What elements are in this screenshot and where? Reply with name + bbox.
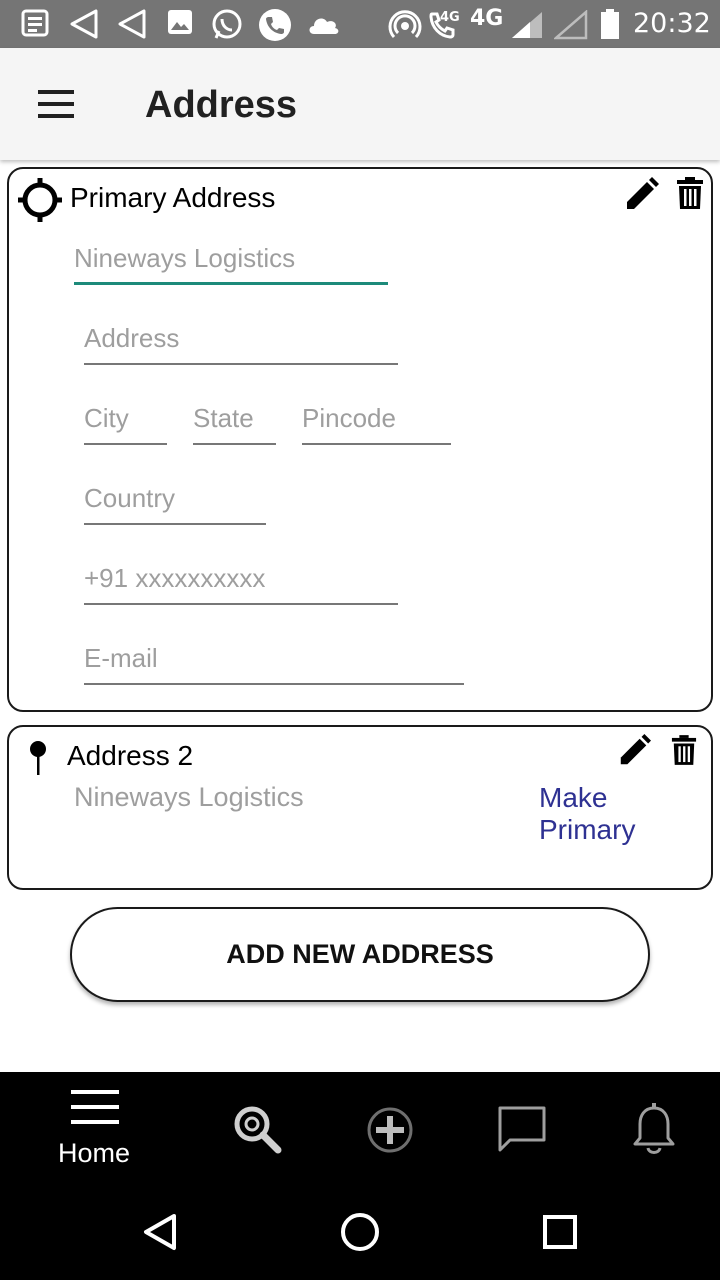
company-name-input[interactable]	[74, 243, 388, 274]
home-menu-icon	[71, 1090, 119, 1124]
nav-home-label: Home	[58, 1138, 131, 1168]
signal-notification-icon	[70, 9, 98, 39]
network-type-small: 4G	[440, 10, 460, 25]
state-field[interactable]	[193, 399, 276, 445]
app-bar: Address	[0, 48, 720, 160]
address-2-company-name: Nineways Logistics	[74, 782, 304, 812]
make-primary-link[interactable]: Make Primary	[539, 782, 711, 846]
country-input[interactable]	[84, 483, 266, 514]
image-notification-icon	[168, 10, 192, 34]
no-signal-icon	[554, 10, 588, 40]
address-field[interactable]	[84, 319, 398, 365]
network-type-label: 4G	[470, 6, 504, 31]
edit-icon[interactable]	[617, 734, 651, 768]
status-bar: 4G 4G 20:32	[0, 0, 720, 48]
address-input[interactable]	[84, 323, 398, 354]
pin-icon	[30, 741, 46, 775]
city-input[interactable]	[84, 403, 167, 434]
email-input[interactable]	[84, 643, 464, 674]
news-notification-icon	[21, 9, 49, 37]
phone-input[interactable]	[84, 563, 398, 594]
address-2-title: Address 2	[67, 740, 194, 771]
address-2-card[interactable]: Address 2 Nineways Logistics Make Primar…	[7, 725, 713, 890]
company-name-field[interactable]	[74, 239, 388, 285]
system-navigation-bar	[0, 1180, 720, 1280]
clock: 20:32	[633, 8, 711, 39]
phone-notification-icon	[259, 9, 291, 41]
nav-home[interactable]: Home	[56, 1072, 136, 1180]
signal-notification-icon	[118, 9, 146, 39]
country-field[interactable]	[84, 479, 266, 525]
bottom-navigation: Home	[0, 1072, 720, 1180]
phone-field[interactable]	[84, 559, 398, 605]
search-icon[interactable]	[232, 1104, 284, 1156]
primary-address-title: Primary Address	[70, 182, 276, 213]
city-field[interactable]	[84, 399, 167, 445]
back-icon[interactable]	[140, 1212, 180, 1252]
add-icon[interactable]	[364, 1104, 416, 1156]
delete-icon[interactable]	[671, 734, 697, 766]
cloud-icon	[309, 18, 339, 34]
home-circle-icon[interactable]	[340, 1212, 380, 1252]
pincode-input[interactable]	[302, 403, 451, 434]
primary-address-card: Primary Address	[7, 167, 713, 712]
email-field[interactable]	[84, 639, 464, 685]
edit-icon[interactable]	[623, 177, 659, 213]
location-target-icon	[18, 178, 62, 222]
battery-icon	[601, 9, 619, 39]
hamburger-menu-icon[interactable]	[36, 88, 76, 120]
signal-strength-icon	[512, 12, 542, 38]
whatsapp-icon	[212, 9, 242, 39]
page-title: Address	[145, 84, 298, 126]
add-new-address-button[interactable]: ADD NEW ADDRESS	[70, 907, 650, 1002]
notification-bell-icon[interactable]	[632, 1102, 676, 1156]
delete-icon[interactable]	[676, 176, 704, 210]
recent-apps-icon[interactable]	[542, 1214, 578, 1250]
pincode-field[interactable]	[302, 399, 451, 445]
chat-icon[interactable]	[496, 1104, 548, 1154]
hotspot-icon	[388, 10, 422, 39]
state-input[interactable]	[193, 403, 276, 434]
